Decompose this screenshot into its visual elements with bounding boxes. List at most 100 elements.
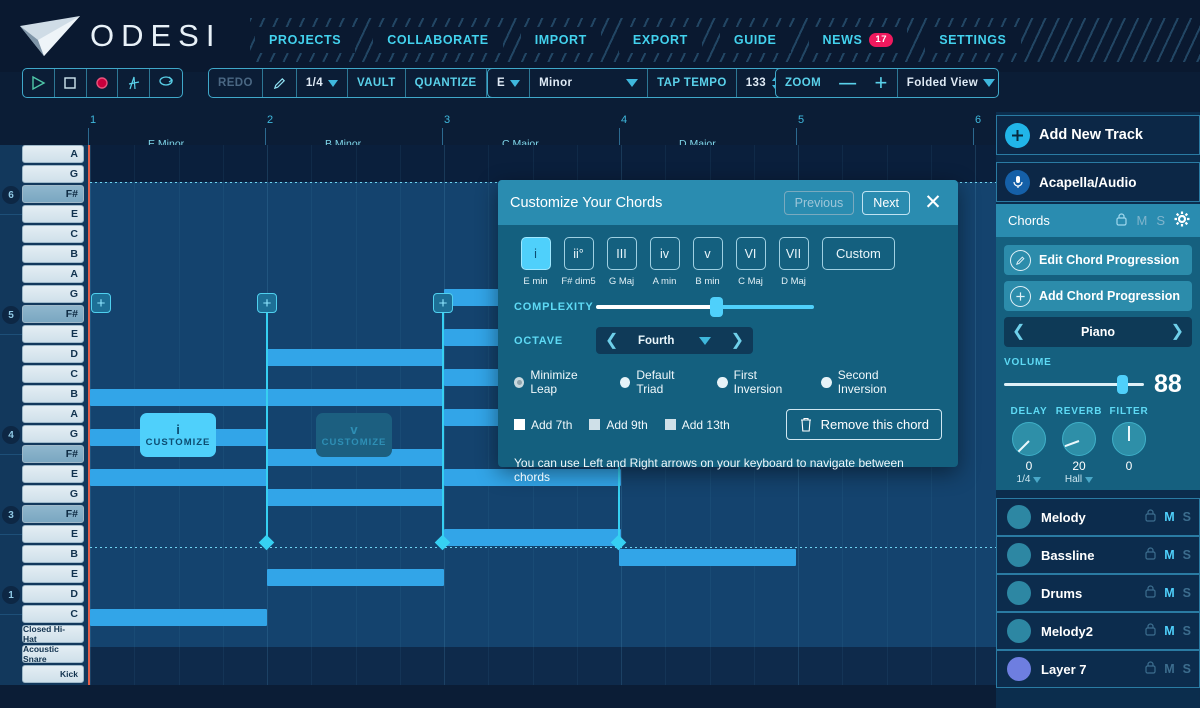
track-mute-button[interactable]: M <box>1164 624 1174 638</box>
nav-item-import[interactable]: IMPORT <box>520 27 601 53</box>
piano-key[interactable]: Acoustic Snare <box>22 644 84 664</box>
piano-key[interactable]: Kick <box>22 665 84 683</box>
chord-customize-chip[interactable]: i CUSTOMIZE <box>140 413 216 457</box>
redo-button[interactable]: REDO <box>209 69 263 97</box>
quantize-button[interactable]: QUANTIZE <box>406 69 487 97</box>
previous-button[interactable]: Previous <box>783 190 855 215</box>
add-chord-button[interactable]: + <box>433 293 453 313</box>
track-solo-button[interactable]: S <box>1183 586 1191 600</box>
nav-item-projects[interactable]: PROJECTS <box>255 27 356 53</box>
chevron-left-icon[interactable]: ❮ <box>1012 324 1025 340</box>
close-icon[interactable]: ✕ <box>920 192 946 213</box>
nav-item-export[interactable]: EXPORT <box>618 27 702 53</box>
inversion-option[interactable]: Default Triad <box>620 368 700 396</box>
note-block[interactable] <box>90 609 267 626</box>
chord-degree-button[interactable]: v <box>692 237 723 270</box>
add-chord-button[interactable]: + <box>91 293 111 313</box>
loop-button[interactable] <box>150 69 182 97</box>
piano-key[interactable]: B <box>22 385 84 403</box>
track-mute-button[interactable]: M <box>1164 662 1174 676</box>
chords-track-header[interactable]: Chords M S <box>996 204 1200 237</box>
chord-divider[interactable] <box>266 293 268 543</box>
piano-key[interactable]: G <box>22 425 84 443</box>
add-chord-button[interactable]: + <box>257 293 277 313</box>
nav-item-collaborate[interactable]: COLLABORATE <box>373 27 503 53</box>
horizontal-scrollbar-track[interactable] <box>90 690 998 700</box>
chord-degree-button[interactable]: VII <box>778 237 809 270</box>
chords-solo-button[interactable]: S <box>1156 213 1165 228</box>
track-row[interactable]: Bassline M S <box>996 536 1200 574</box>
piano-key[interactable]: Closed Hi-Hat <box>22 624 84 644</box>
chord-customize-chip[interactable]: v CUSTOMIZE <box>316 413 392 457</box>
velocity-button[interactable] <box>118 69 151 97</box>
note-block[interactable] <box>267 389 444 406</box>
volume-slider-handle[interactable] <box>1117 375 1128 394</box>
track-color-dot[interactable] <box>1007 619 1031 643</box>
chord-degree-button[interactable]: ii° <box>563 237 594 270</box>
add-new-track-button[interactable]: Add New Track <box>996 115 1200 155</box>
view-mode-selector[interactable]: Folded View <box>898 69 998 97</box>
note-block[interactable] <box>267 489 444 506</box>
piano-key[interactable]: C <box>22 605 84 623</box>
track-solo-button[interactable]: S <box>1183 510 1191 524</box>
chords-mute-button[interactable]: M <box>1136 213 1147 228</box>
note-block[interactable] <box>444 529 621 546</box>
effect-knob[interactable] <box>1012 422 1046 456</box>
piano-key[interactable]: G <box>22 485 84 503</box>
app-logo[interactable]: ODESI <box>18 12 221 60</box>
complexity-slider[interactable] <box>596 297 814 317</box>
track-mute-button[interactable]: M <box>1164 548 1174 562</box>
play-button[interactable] <box>23 69 55 97</box>
piano-key[interactable]: A <box>22 145 84 163</box>
complexity-slider-handle[interactable] <box>710 297 723 317</box>
inversion-option[interactable]: First Inversion <box>717 368 804 396</box>
chord-degree-button[interactable]: VI <box>735 237 766 270</box>
chord-lane[interactable] <box>90 145 998 182</box>
grid-size-selector[interactable]: 1/4 <box>297 69 349 97</box>
piano-key[interactable]: E <box>22 565 84 583</box>
remove-chord-button[interactable]: Remove this chord <box>785 409 942 440</box>
chevron-down-icon[interactable] <box>699 336 711 345</box>
track-color-dot[interactable] <box>1007 657 1031 681</box>
timeline-ruler[interactable]: 123456E Minor B Minor C Major D Major <box>88 112 998 150</box>
piano-key[interactable]: A <box>22 405 84 423</box>
piano-key[interactable]: F# <box>22 505 84 523</box>
chevron-left-icon[interactable]: ❮ <box>605 332 618 349</box>
piano-key[interactable]: C <box>22 225 84 243</box>
lock-icon[interactable] <box>1145 623 1156 639</box>
effect-knob[interactable] <box>1062 422 1096 456</box>
lock-icon[interactable] <box>1145 547 1156 563</box>
track-color-dot[interactable] <box>1007 581 1031 605</box>
nav-item-settings[interactable]: SETTINGS <box>925 27 1021 53</box>
track-solo-button[interactable]: S <box>1183 548 1191 562</box>
piano-key[interactable]: F# <box>22 445 84 463</box>
piano-key[interactable]: F# <box>22 305 84 323</box>
key-scale-selector[interactable]: Minor <box>530 69 649 97</box>
key-root-selector[interactable]: E <box>488 69 531 97</box>
custom-chord-button[interactable]: Custom <box>822 237 895 270</box>
chevron-right-icon[interactable]: ❯ <box>1171 324 1184 340</box>
track-row[interactable]: Melody M S <box>996 498 1200 536</box>
track-row[interactable]: Layer 7 MS <box>996 650 1200 688</box>
next-button[interactable]: Next <box>862 190 910 215</box>
zoom-in-button[interactable]: + <box>866 69 898 97</box>
extension-option[interactable]: Add 13th <box>664 418 730 432</box>
track-solo-button[interactable]: S <box>1183 624 1191 638</box>
note-block[interactable] <box>267 349 444 366</box>
nav-item-guide[interactable]: GUIDE <box>719 27 791 53</box>
note-block[interactable] <box>619 549 796 566</box>
record-button[interactable] <box>87 69 119 97</box>
effect-knob-preset[interactable]: Hall <box>1054 474 1104 485</box>
chord-degree-button[interactable]: III <box>606 237 637 270</box>
lock-icon[interactable] <box>1145 585 1156 601</box>
instrument-selector[interactable]: ❮ Piano ❯ <box>1004 317 1192 347</box>
add-chord-progression-button[interactable]: Add Chord Progression <box>1004 281 1192 311</box>
stop-button[interactable] <box>55 69 87 97</box>
chevron-right-icon[interactable]: ❯ <box>731 332 744 349</box>
piano-key[interactable]: G <box>22 165 84 183</box>
piano-key[interactable]: B <box>22 245 84 263</box>
volume-slider[interactable] <box>1004 375 1144 394</box>
gear-icon[interactable] <box>1174 211 1190 230</box>
playhead[interactable] <box>88 145 90 685</box>
effect-knob-preset[interactable]: 1/4 <box>1004 474 1054 485</box>
